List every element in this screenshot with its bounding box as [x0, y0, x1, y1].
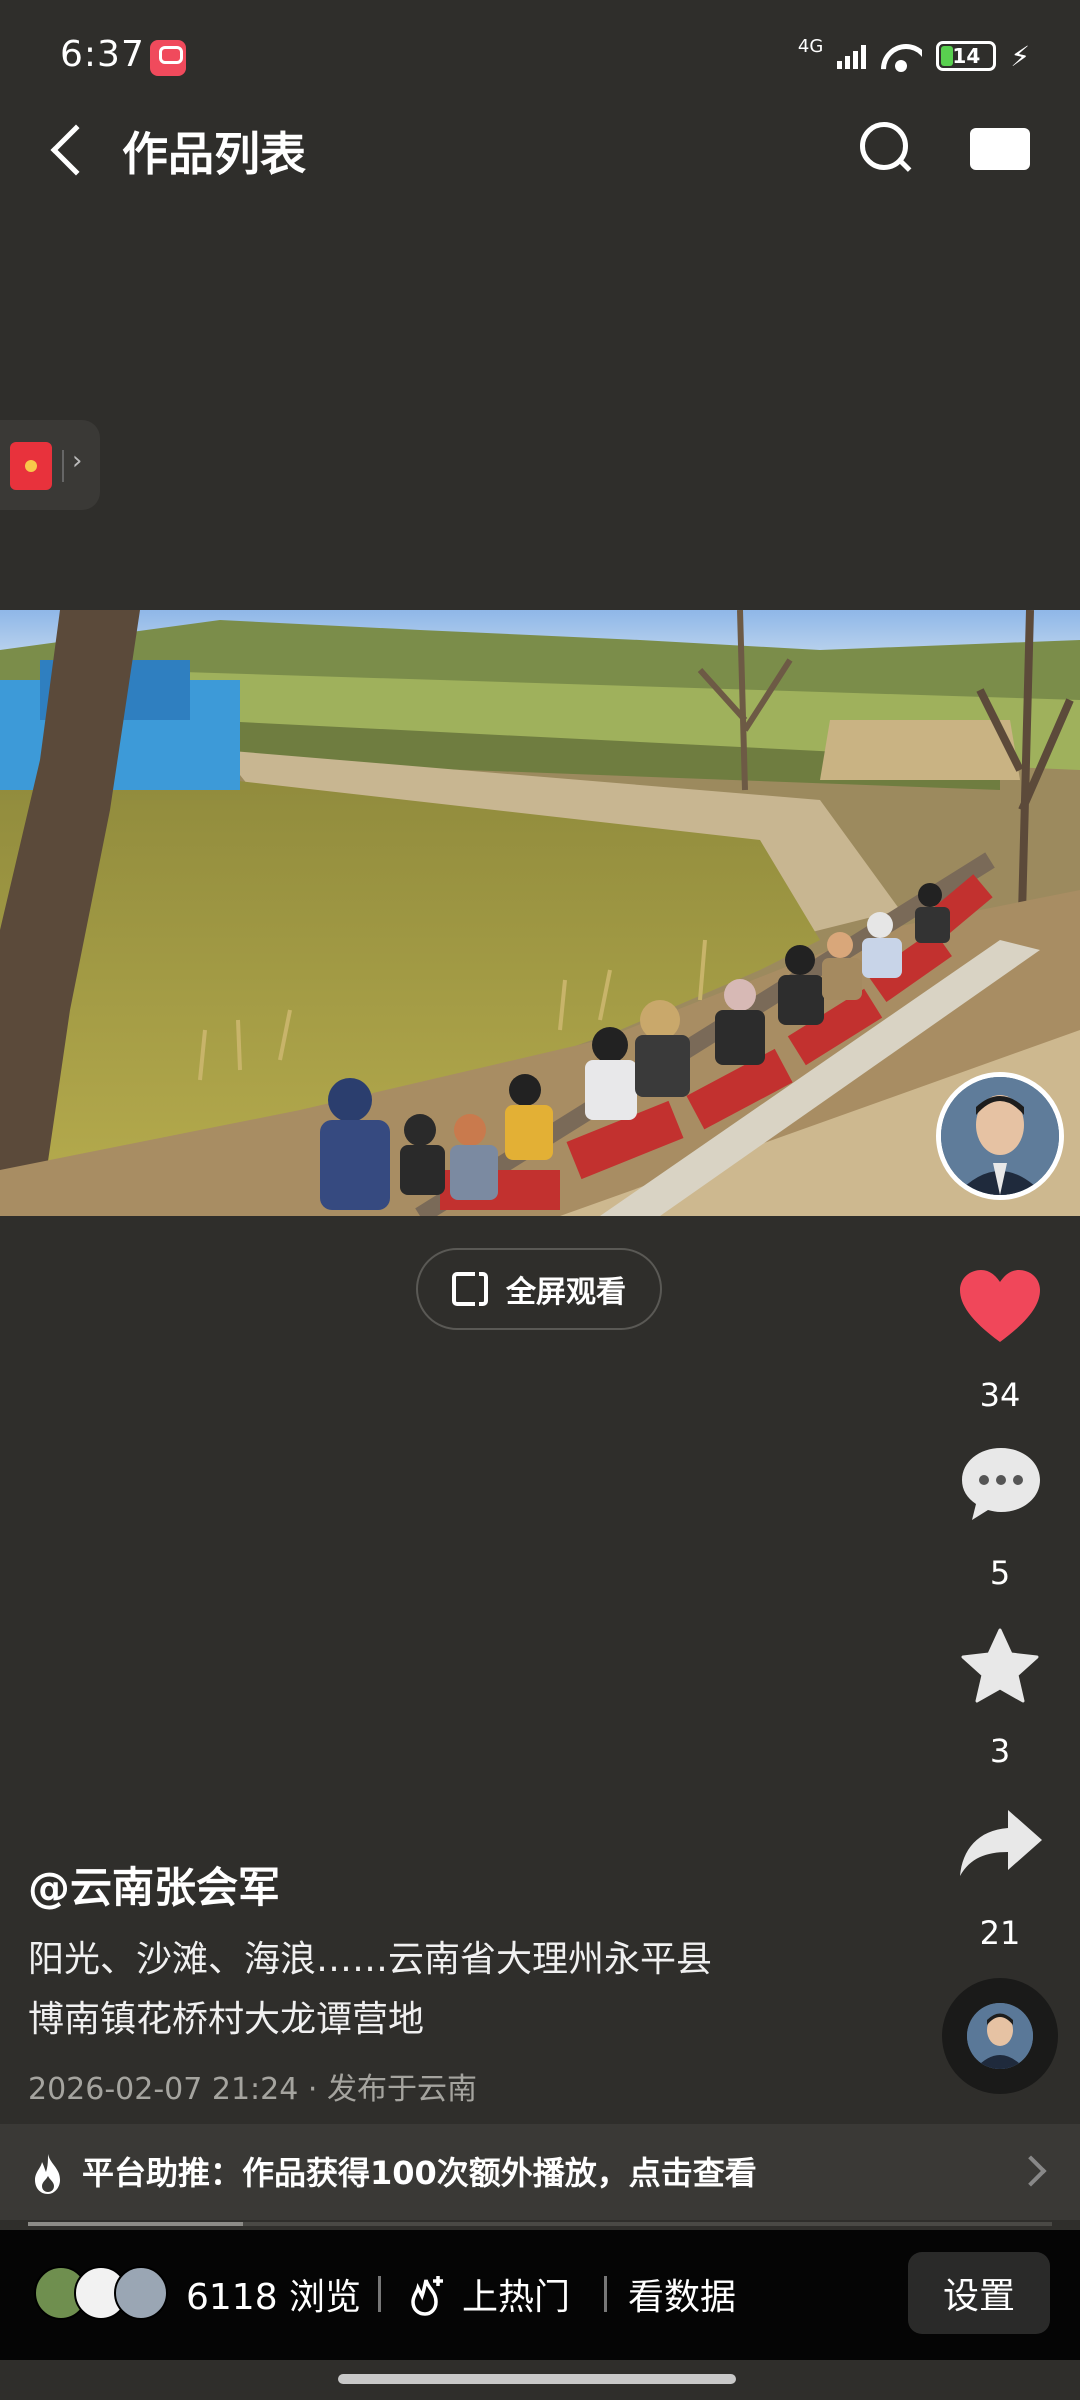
settings-button[interactable]: 设置: [908, 2252, 1050, 2334]
battery-icon: 14: [936, 41, 997, 71]
pill-divider: [62, 450, 64, 482]
viewer-avatar: [114, 2266, 168, 2320]
share-count: 21: [979, 1914, 1021, 1952]
promo-bar[interactable]: 平台助推：作品获得100次额外播放，点击查看: [0, 2124, 1080, 2220]
divider: [378, 2276, 381, 2312]
share-button[interactable]: 21: [940, 1810, 1060, 1952]
music-disc[interactable]: [942, 1978, 1058, 2094]
video-player[interactable]: [0, 610, 1080, 1216]
view-count[interactable]: 6118 浏览: [186, 2268, 361, 2320]
favorite-count: 3: [989, 1732, 1011, 1770]
heart-icon: [960, 1270, 1040, 1342]
kuaishou-app-icon: [150, 40, 186, 76]
music-disc-avatar: [967, 2003, 1033, 2069]
comment-button[interactable]: 5: [940, 1448, 1060, 1592]
wifi-icon: [880, 40, 922, 72]
battery-level: 14: [952, 44, 981, 68]
post-meta: 2026-02-07 21:24 · 发布于云南: [28, 2072, 477, 2107]
video-frame: [0, 610, 1080, 1216]
avatar-portrait: [941, 1077, 1059, 1195]
view-data-button[interactable]: 看数据: [628, 2268, 736, 2320]
camera-icon[interactable]: [970, 128, 1030, 170]
boost-icon: [411, 2276, 443, 2316]
share-icon: [960, 1810, 1042, 1876]
chevron-right-icon: ›: [72, 446, 83, 476]
charging-icon: ⚡: [1010, 39, 1030, 73]
home-indicator[interactable]: [338, 2374, 736, 2384]
fullscreen-icon: [452, 1272, 488, 1306]
status-icons: 4G 14 ⚡: [798, 36, 1030, 76]
signal-icon: [837, 43, 867, 69]
caption-line: 阳光、沙滩、海浪……云南省大理州永平县: [28, 1939, 713, 1980]
status-time: 6:37: [60, 34, 145, 75]
video-progress-fill: [28, 2222, 244, 2226]
viewer-avatars[interactable]: [34, 2266, 174, 2322]
author-name[interactable]: @云南张会军: [28, 1854, 280, 1915]
fullscreen-button[interactable]: 全屏观看: [416, 1248, 662, 1330]
red-packet-pill[interactable]: ›: [0, 420, 100, 510]
favorite-button[interactable]: 3: [940, 1628, 1060, 1770]
boost-button[interactable]: 上热门: [462, 2268, 570, 2320]
caption-line: 博南镇花桥村大龙谭营地: [28, 1999, 425, 2040]
bottom-bar: 6118 浏览 上热门 看数据 设置: [0, 2230, 1080, 2360]
search-icon[interactable]: [858, 120, 912, 174]
comment-icon: [962, 1448, 1040, 1520]
chevron-right-icon: [1015, 2155, 1047, 2187]
comment-count: 5: [989, 1554, 1011, 1592]
like-count: 34: [979, 1376, 1021, 1414]
author-avatar[interactable]: [936, 1072, 1064, 1200]
header: 作品列表: [0, 110, 1080, 190]
fire-icon: [35, 2154, 60, 2194]
network-label: 4G: [797, 35, 824, 57]
fullscreen-label: 全屏观看: [506, 1275, 626, 1310]
promo-text: 平台助推：作品获得100次额外播放，点击查看: [82, 2154, 757, 2192]
video-progress[interactable]: [28, 2222, 1052, 2226]
red-packet-icon: [10, 442, 52, 490]
post-caption: 阳光、沙滩、海浪……云南省大理州永平县 博南镇花桥村大龙谭营地: [28, 1930, 828, 2050]
like-button[interactable]: 34: [940, 1270, 1060, 1414]
back-icon[interactable]: [50, 124, 102, 176]
page-title: 作品列表: [122, 127, 306, 181]
status-bar: 6:37 4G 14 ⚡: [0, 0, 1080, 110]
star-icon: [961, 1628, 1039, 1703]
divider: [604, 2276, 607, 2312]
